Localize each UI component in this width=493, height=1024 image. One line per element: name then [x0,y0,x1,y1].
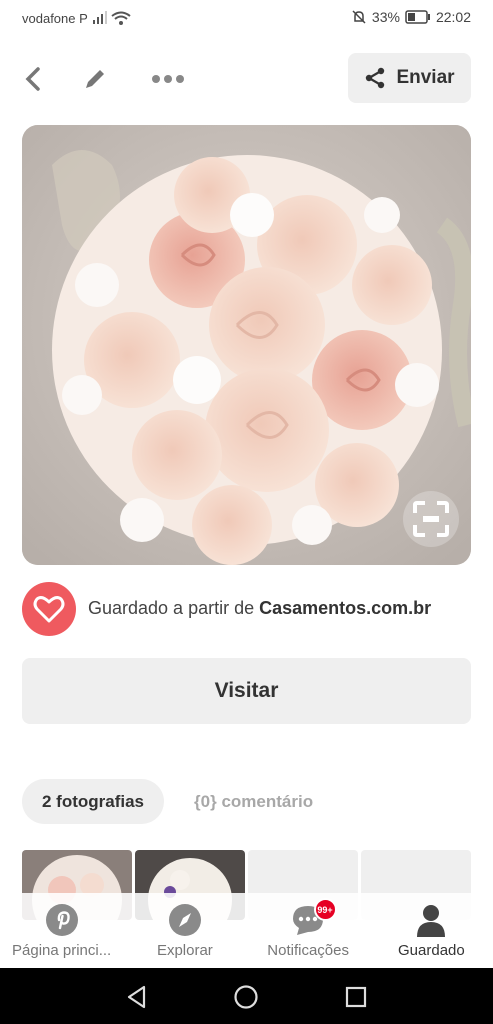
battery-percent: 33% [371,9,400,25]
battery-icon [405,10,430,24]
status-right: 33% 22:02 [351,9,471,25]
visual-search-button[interactable] [403,491,459,547]
back-triangle-icon[interactable] [124,984,150,1010]
source-logo [22,581,76,636]
tab-photos[interactable]: 2 fotografias [22,779,165,824]
top-bar: Enviar [0,50,493,110]
carrier-name: vodafone P [22,11,88,26]
nav-explore[interactable]: Explorar [123,893,246,968]
recents-square-icon[interactable] [343,984,369,1010]
more-horizontal-icon [152,75,184,83]
send-label: Enviar [396,67,455,88]
signal-wifi-icon [92,10,132,29]
tabs: 2 fotografias {0} comentário [22,779,333,824]
pin-image[interactable] [22,125,471,565]
source-prefix: Guardado a partir de [88,598,260,618]
share-icon [366,67,385,89]
person-icon [417,905,446,937]
edit-button[interactable] [80,64,110,94]
source-row[interactable]: Guardado a partir de Casamentos.com.br [22,581,431,636]
bottom-nav: Página princi... Explorar 99+ Notificaçõ… [0,893,493,968]
back-button[interactable] [18,64,48,94]
pinterest-icon [45,904,78,936]
source-site[interactable]: Casamentos.com.br [259,598,431,618]
visual-search-icon [413,501,449,537]
bouquet-image [22,125,471,565]
nav-label: Explorar [156,942,213,959]
chevron-left-icon [25,67,40,91]
system-nav-bar [0,968,493,1024]
nav-notifications[interactable]: 99+ Notificações [247,893,370,968]
source-text: Guardado a partir de Casamentos.com.br [88,598,431,619]
pencil-icon [86,70,104,88]
visit-button[interactable]: Visitar [22,658,471,724]
more-button[interactable] [150,64,186,94]
clock: 22:02 [435,9,471,25]
heart-icon [33,595,65,622]
nav-label: Guardado [398,942,465,959]
tab-comments[interactable]: {0} comentário [174,779,333,824]
nav-saved[interactable]: Guardado [370,893,493,968]
home-circle-icon[interactable] [233,984,259,1010]
status-bar: vodafone P 33% 22:02 [0,0,493,36]
notification-badge: 99+ [313,898,337,921]
compass-icon [168,904,201,936]
nav-label: Página princi... [12,942,112,959]
send-button[interactable]: Enviar [348,53,471,103]
nav-label: Notificações [267,942,349,959]
mute-icon [352,10,366,24]
nav-home[interactable]: Página princi... [0,893,123,968]
